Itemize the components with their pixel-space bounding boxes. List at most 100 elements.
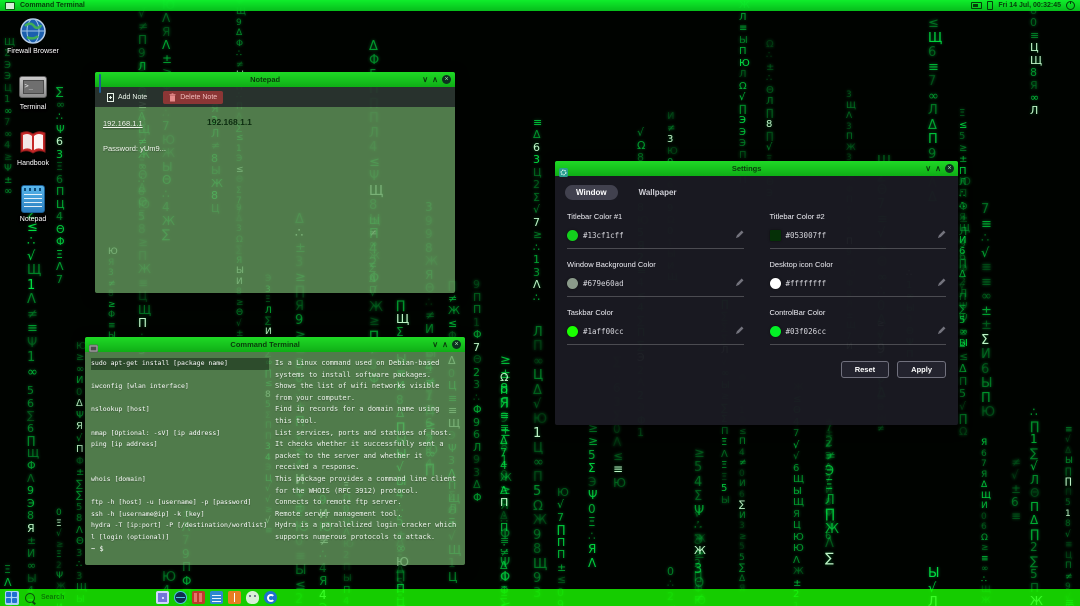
globe-icon	[18, 16, 48, 46]
search-label[interactable]: Search	[41, 594, 64, 601]
clock: Fri 14 Jul, 00:32:45	[998, 2, 1061, 9]
desktop-icon-handbook[interactable]: Handbook	[4, 128, 62, 184]
field-label: Titlebar Color #2	[770, 212, 947, 221]
edit-pencil-icon[interactable]	[735, 322, 744, 340]
window-title: Command Terminal	[102, 340, 428, 349]
close-button[interactable]: ×	[442, 75, 451, 84]
terminal-description: List services, ports and statuses of hos…	[275, 428, 459, 440]
terminal-entry: iwconfig [wlan interface] Shows the list…	[91, 381, 459, 404]
desktop-icon-notepad[interactable]: Notepad	[4, 184, 62, 240]
add-file-icon	[107, 93, 114, 102]
color-value: #ffffffff	[786, 279, 933, 288]
setting-window-background-color: Window Background Color #679e60ad	[567, 260, 744, 297]
terminal-description: Hydra is a parallelized login cracker wh…	[275, 520, 459, 543]
setting-titlebar-color-2: Titlebar Color #2 #053007ff	[770, 212, 947, 249]
color-input[interactable]: #679e60ad	[567, 274, 744, 297]
minimize-icon[interactable]: ∨	[422, 75, 428, 84]
photos-red-icon[interactable]	[192, 591, 205, 604]
start-menu-button[interactable]	[5, 591, 19, 605]
terminal-entry: ping [ip address] It checks whether it s…	[91, 439, 459, 474]
note-list-item[interactable]: Password: yUm9...	[103, 144, 189, 153]
close-button[interactable]: ×	[452, 340, 461, 349]
maximize-icon[interactable]: ∧	[432, 75, 438, 84]
terminal-description: Find ip records for a domain name using …	[275, 404, 459, 427]
color-swatch[interactable]	[770, 278, 781, 289]
minimize-icon[interactable]: ∨	[925, 164, 931, 173]
desktop-icon-label: Notepad	[20, 216, 46, 224]
edit-pencil-icon[interactable]	[937, 274, 946, 292]
color-swatch[interactable]	[770, 326, 781, 337]
color-input[interactable]: #13cf1cff	[567, 226, 744, 249]
terminal-titlebar[interactable]: Command Terminal ∨ ∧ ×	[85, 337, 465, 352]
close-button[interactable]: ×	[945, 164, 954, 173]
color-swatch[interactable]	[567, 230, 578, 241]
terminal-entry: ftp -h [host] -u [username] -p [password…	[91, 497, 459, 509]
reset-button[interactable]: Reset	[841, 361, 889, 378]
edit-pencil-icon[interactable]	[937, 322, 946, 340]
notes-list: 192.168.1.1 Password: yUm9...	[95, 107, 197, 293]
desktop-icon-label: Handbook	[17, 160, 49, 168]
tab-wallpaper[interactable]: Wallpaper	[628, 185, 688, 200]
terminal-command-list: sudo apt-get install [package name] Is a…	[91, 358, 459, 544]
notepad-toolbar: Add Note Delete Note	[95, 87, 455, 107]
edit-pencil-icon[interactable]	[735, 226, 744, 244]
globe-icon[interactable]	[174, 591, 187, 604]
active-note-title: 192.168.1.1	[207, 117, 252, 127]
trash-icon	[169, 93, 176, 102]
add-note-button[interactable]: Add Note	[101, 91, 153, 104]
terminal-description: This package provides a command line cli…	[275, 474, 459, 497]
maximize-icon[interactable]: ∧	[442, 340, 448, 349]
terminal-entry: nmap [Optional: -sV] [ip address] List s…	[91, 428, 459, 440]
apps-grid-icon[interactable]	[156, 591, 169, 604]
color-input[interactable]: #053007ff	[770, 226, 947, 249]
color-input[interactable]: #03f026cc	[770, 322, 947, 345]
setting-desktop-icon-color: Desktop icon Color #ffffffff	[770, 260, 947, 297]
desktop-icon-terminal[interactable]: >_ Terminal	[4, 72, 62, 128]
browser-swirl-icon[interactable]	[264, 591, 277, 604]
color-swatch[interactable]	[567, 326, 578, 337]
terminal-command: hydra -T [ip:port] -P [/destination/word…	[91, 520, 269, 543]
settings-titlebar[interactable]: Settings ∨ ∧ ×	[555, 161, 958, 176]
color-value: #13cf1cff	[583, 231, 730, 240]
search-icon[interactable]	[25, 593, 35, 603]
terminal-description: Connects to remote ftp server.	[275, 497, 459, 509]
field-label: Desktop icon Color	[770, 260, 947, 269]
terminal-command: nslookup [host]	[91, 404, 269, 416]
terminal-entry: nslookup [host] Find ip records for a do…	[91, 404, 459, 427]
settings-window: Settings ∨ ∧ × Window Wallpaper Titlebar…	[555, 161, 958, 425]
delete-note-button[interactable]: Delete Note	[163, 91, 223, 104]
terminal-command: ssh -h [username@ip] -k [key]	[91, 509, 269, 521]
maximize-icon[interactable]: ∧	[935, 164, 941, 173]
notepad-blue-icon[interactable]	[210, 591, 223, 604]
apply-button[interactable]: Apply	[897, 361, 946, 378]
desktop-icon-column: Firewall Browser >_ Terminal Handbook No…	[4, 16, 62, 240]
terminal-description: Shows the list of wifi networks visible …	[275, 381, 459, 404]
setting-controlbar-color: ControlBar Color #03f026cc	[770, 308, 947, 345]
handbook-icon	[18, 128, 48, 158]
color-swatch[interactable]	[770, 230, 781, 241]
terminal-description: Is a Linux command used on Debian-based …	[275, 358, 459, 381]
notepad-titlebar[interactable]: Notepad ∨ ∧ ×	[95, 72, 455, 87]
edit-pencil-icon[interactable]	[735, 274, 744, 292]
color-input[interactable]: #1aff00cc	[567, 322, 744, 345]
desktop-icon-firewall-browser[interactable]: Firewall Browser	[4, 16, 62, 72]
handbook-orange-icon[interactable]	[228, 591, 241, 604]
color-swatch[interactable]	[567, 278, 578, 289]
color-input[interactable]: #ffffffff	[770, 274, 947, 297]
active-window-title: Command Terminal	[20, 2, 85, 9]
note-list-item[interactable]: 192.168.1.1	[103, 119, 189, 128]
notepad-body: 192.168.1.1 Password: yUm9... 192.168.1.…	[95, 107, 455, 293]
edit-pencil-icon[interactable]	[937, 226, 946, 244]
notepad-icon	[18, 184, 48, 214]
power-icon[interactable]	[1066, 1, 1075, 10]
field-label: Titlebar Color #1	[567, 212, 744, 221]
ghost-icon[interactable]	[246, 591, 259, 604]
battery-icon	[971, 2, 982, 9]
window-title: Notepad	[112, 75, 418, 84]
minimize-icon[interactable]: ∨	[432, 340, 438, 349]
tab-window[interactable]: Window	[565, 185, 618, 200]
gear-icon	[559, 164, 568, 173]
desktop: ЩΣЭЭЦ1∞7∞4≥Ψ±∞ΞΛЖ≤∑≤∴√Щ1Λ≠≡Ψ1∞56∑6∏ЩΦΛ9Э…	[0, 0, 1080, 606]
field-label: Window Background Color	[567, 260, 744, 269]
terminal-command: whois [domain]	[91, 474, 269, 486]
